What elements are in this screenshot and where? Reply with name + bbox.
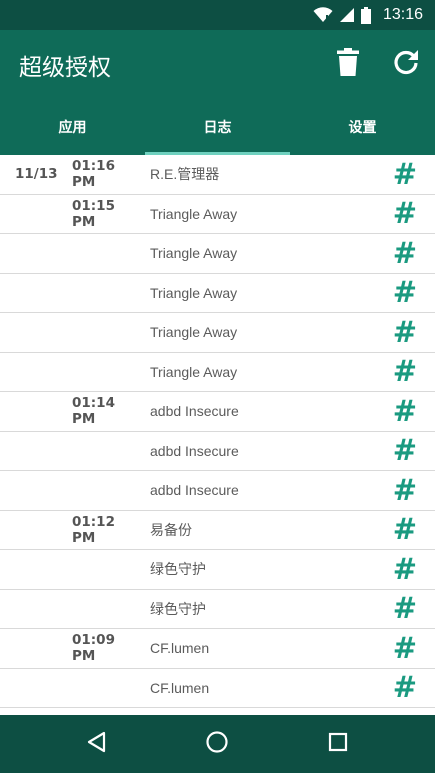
log-date: 11/13: [15, 166, 58, 183]
hash-icon: #: [392, 670, 417, 705]
status-bar: 13:16: [0, 0, 435, 30]
log-time: 01:14 PM: [72, 395, 115, 428]
recents-button[interactable]: [318, 724, 358, 764]
hash-icon: #: [392, 630, 417, 665]
log-time: 01:09 PM: [72, 632, 115, 665]
list-item[interactable]: 01:09 PM CF.lumen #: [0, 629, 435, 669]
hash-icon: #: [392, 433, 417, 468]
trash-icon: [337, 48, 359, 80]
signal-icon: [339, 7, 355, 23]
refresh-icon: [392, 48, 420, 80]
log-app-name: CF.lumen: [150, 679, 210, 696]
hash-icon: #: [392, 156, 417, 191]
refresh-button[interactable]: [386, 44, 426, 84]
list-item[interactable]: 绿色守护 #: [0, 550, 435, 590]
log-time: 01:15 PM: [72, 197, 115, 230]
list-item[interactable]: 01:15 PM Triangle Away #: [0, 195, 435, 234]
list-item[interactable]: 11/13 01:16 PM R.E.管理器 #: [0, 155, 435, 195]
hash-icon: #: [392, 354, 417, 389]
hash-icon: #: [392, 393, 417, 428]
list-item[interactable]: 01:14 PM adbd Insecure #: [0, 392, 435, 432]
log-app-name: adbd Insecure: [150, 482, 239, 499]
list-item[interactable]: Triangle Away #: [0, 234, 435, 274]
list-item[interactable]: Triangle Away #: [0, 313, 435, 353]
log-app-name: 绿色守护: [150, 561, 206, 578]
log-app-name: 绿色守护: [150, 600, 206, 617]
list-item[interactable]: Triangle Away #: [0, 353, 435, 392]
app-title: 超级授权: [19, 55, 111, 81]
home-icon: [205, 730, 229, 758]
list-item[interactable]: Triangle Away #: [0, 274, 435, 313]
log-app-name: Triangle Away: [150, 363, 238, 380]
log-app-name: Triangle Away: [150, 205, 238, 222]
hash-icon: #: [392, 512, 417, 547]
log-time: 01:12 PM: [72, 513, 115, 546]
log-app-name: Triangle Away: [150, 284, 238, 301]
hash-icon: #: [392, 551, 417, 586]
hash-icon: #: [392, 196, 417, 231]
back-button[interactable]: [77, 724, 117, 764]
list-item[interactable]: CF.lumen #: [0, 669, 435, 708]
list-item[interactable]: adbd Insecure #: [0, 432, 435, 471]
log-app-name: 易备份: [150, 521, 192, 538]
log-app-name: adbd Insecure: [150, 442, 239, 459]
home-button[interactable]: [197, 724, 237, 764]
log-app-name: adbd Insecure: [150, 403, 239, 420]
tab-bar: 应用 日志 设置: [0, 98, 435, 155]
tab-settings[interactable]: 设置: [290, 98, 435, 155]
tab-apps[interactable]: 应用: [0, 98, 145, 155]
list-item[interactable]: 01:12 PM 易备份 #: [0, 511, 435, 550]
log-list[interactable]: 11/13 01:16 PM R.E.管理器 # 01:15 PM Triang…: [0, 155, 435, 715]
list-item[interactable]: 绿色守护 #: [0, 590, 435, 629]
log-app-name: Triangle Away: [150, 324, 238, 341]
hash-icon: #: [392, 472, 417, 507]
list-item[interactable]: adbd Insecure #: [0, 471, 435, 511]
log-app-name: Triangle Away: [150, 245, 238, 262]
wifi-icon: [313, 7, 333, 23]
status-time: 13:16: [382, 6, 423, 23]
navigation-bar: [0, 715, 435, 773]
hash-icon: #: [392, 314, 417, 349]
tab-log[interactable]: 日志: [145, 98, 290, 155]
battery-icon: [360, 6, 371, 24]
hash-icon: #: [392, 275, 417, 310]
hash-icon: #: [392, 235, 417, 270]
clear-log-button[interactable]: [328, 44, 368, 84]
log-time: 01:16 PM: [72, 158, 115, 191]
hash-icon: #: [392, 591, 417, 626]
back-icon: [86, 731, 108, 757]
app-bar: 超级授权: [0, 30, 435, 98]
log-app-name: R.E.管理器: [150, 166, 220, 183]
recents-icon: [328, 732, 348, 756]
log-app-name: CF.lumen: [150, 640, 210, 657]
